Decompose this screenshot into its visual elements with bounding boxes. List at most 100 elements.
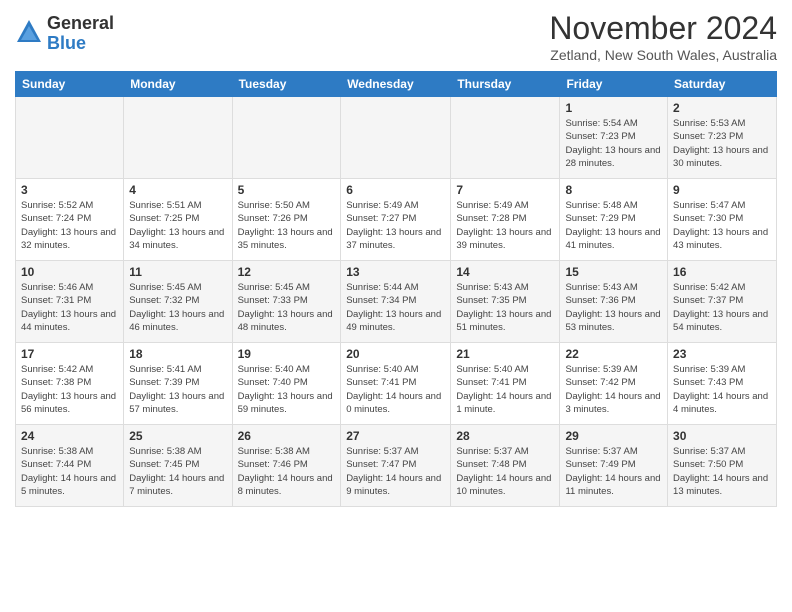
day-number: 26: [238, 429, 336, 443]
day-info: Sunrise: 5:41 AM Sunset: 7:39 PM Dayligh…: [129, 363, 226, 416]
calendar-week-3: 10 Sunrise: 5:46 AM Sunset: 7:31 PM Dayli…: [16, 261, 777, 343]
calendar-cell: 18 Sunrise: 5:41 AM Sunset: 7:39 PM Dayli…: [124, 343, 232, 425]
calendar-body: 1 Sunrise: 5:54 AM Sunset: 7:23 PM Daylig…: [16, 97, 777, 507]
calendar-cell: [16, 97, 124, 179]
weekday-header-sunday: Sunday: [16, 72, 124, 97]
calendar-cell: 20Sunrise: 5:40 AM Sunset: 7:41 PM Dayli…: [341, 343, 451, 425]
calendar-cell: [341, 97, 451, 179]
calendar-cell: 21 Sunrise: 5:40 AM Sunset: 7:41 PM Dayli…: [451, 343, 560, 425]
calendar-week-5: 24 Sunrise: 5:38 AM Sunset: 7:44 PM Dayli…: [16, 425, 777, 507]
calendar-cell: 12 Sunrise: 5:45 AM Sunset: 7:33 PM Dayli…: [232, 261, 341, 343]
calendar-cell: 1 Sunrise: 5:54 AM Sunset: 7:23 PM Daylig…: [560, 97, 668, 179]
day-number: 3: [21, 183, 118, 197]
page: General Blue November 2024 Zetland, New …: [0, 0, 792, 612]
day-number: 2: [673, 101, 771, 115]
day-info: Sunrise: 5:54 AM Sunset: 7:23 PM Dayligh…: [565, 117, 662, 170]
calendar-cell: [232, 97, 341, 179]
day-info: Sunrise: 5:38 AM Sunset: 7:45 PM Dayligh…: [129, 445, 226, 498]
day-number: 18: [129, 347, 226, 361]
day-info: Sunrise: 5:49 AM Sunset: 7:28 PM Dayligh…: [456, 199, 554, 252]
calendar-cell: 4 Sunrise: 5:51 AM Sunset: 7:25 PM Daylig…: [124, 179, 232, 261]
day-number: 30: [673, 429, 771, 443]
day-number: 16: [673, 265, 771, 279]
calendar-cell: 26 Sunrise: 5:38 AM Sunset: 7:46 PM Dayli…: [232, 425, 341, 507]
day-info: Sunrise: 5:39 AM Sunset: 7:43 PM Dayligh…: [673, 363, 771, 416]
day-info: Sunrise: 5:47 AM Sunset: 7:30 PM Dayligh…: [673, 199, 771, 252]
day-info: Sunrise: 5:38 AM Sunset: 7:44 PM Dayligh…: [21, 445, 118, 498]
weekday-header-wednesday: Wednesday: [341, 72, 451, 97]
day-info: Sunrise: 5:45 AM Sunset: 7:32 PM Dayligh…: [129, 281, 226, 334]
logo-blue: Blue: [47, 34, 114, 54]
day-number: 21: [456, 347, 554, 361]
day-info: Sunrise: 5:43 AM Sunset: 7:35 PM Dayligh…: [456, 281, 554, 334]
calendar-header: SundayMondayTuesdayWednesdayThursdayFrid…: [16, 72, 777, 97]
day-number: 8: [565, 183, 662, 197]
day-number: 14: [456, 265, 554, 279]
calendar-cell: 29 Sunrise: 5:37 AM Sunset: 7:49 PM Dayli…: [560, 425, 668, 507]
calendar-week-2: 3Sunrise: 5:52 AM Sunset: 7:24 PM Daylig…: [16, 179, 777, 261]
subtitle: Zetland, New South Wales, Australia: [549, 47, 777, 63]
day-info: Sunrise: 5:51 AM Sunset: 7:25 PM Dayligh…: [129, 199, 226, 252]
calendar-cell: 24 Sunrise: 5:38 AM Sunset: 7:44 PM Dayli…: [16, 425, 124, 507]
calendar-cell: 7 Sunrise: 5:49 AM Sunset: 7:28 PM Daylig…: [451, 179, 560, 261]
day-number: 4: [129, 183, 226, 197]
day-info: Sunrise: 5:44 AM Sunset: 7:34 PM Dayligh…: [346, 281, 445, 334]
month-title: November 2024: [549, 10, 777, 47]
day-number: 7: [456, 183, 554, 197]
day-number: 11: [129, 265, 226, 279]
calendar-cell: 14 Sunrise: 5:43 AM Sunset: 7:35 PM Dayli…: [451, 261, 560, 343]
calendar-cell: 28Sunrise: 5:37 AM Sunset: 7:48 PM Dayli…: [451, 425, 560, 507]
calendar-cell: 27Sunrise: 5:37 AM Sunset: 7:47 PM Dayli…: [341, 425, 451, 507]
logo: General Blue: [15, 14, 114, 54]
day-number: 9: [673, 183, 771, 197]
day-info: Sunrise: 5:38 AM Sunset: 7:46 PM Dayligh…: [238, 445, 336, 498]
calendar-cell: [124, 97, 232, 179]
day-number: 29: [565, 429, 662, 443]
day-number: 5: [238, 183, 336, 197]
day-number: 19: [238, 347, 336, 361]
day-info: Sunrise: 5:49 AM Sunset: 7:27 PM Dayligh…: [346, 199, 445, 252]
calendar-cell: 8Sunrise: 5:48 AM Sunset: 7:29 PM Daylig…: [560, 179, 668, 261]
day-number: 1: [565, 101, 662, 115]
day-info: Sunrise: 5:37 AM Sunset: 7:49 PM Dayligh…: [565, 445, 662, 498]
day-number: 24: [21, 429, 118, 443]
day-number: 23: [673, 347, 771, 361]
day-number: 13: [346, 265, 445, 279]
day-info: Sunrise: 5:53 AM Sunset: 7:23 PM Dayligh…: [673, 117, 771, 170]
calendar-cell: 13 Sunrise: 5:44 AM Sunset: 7:34 PM Dayli…: [341, 261, 451, 343]
calendar-cell: 9 Sunrise: 5:47 AM Sunset: 7:30 PM Daylig…: [668, 179, 777, 261]
day-info: Sunrise: 5:39 AM Sunset: 7:42 PM Dayligh…: [565, 363, 662, 416]
day-info: Sunrise: 5:40 AM Sunset: 7:40 PM Dayligh…: [238, 363, 336, 416]
day-number: 22: [565, 347, 662, 361]
day-info: Sunrise: 5:42 AM Sunset: 7:37 PM Dayligh…: [673, 281, 771, 334]
calendar-cell: 23 Sunrise: 5:39 AM Sunset: 7:43 PM Dayli…: [668, 343, 777, 425]
header: General Blue November 2024 Zetland, New …: [15, 10, 777, 63]
day-number: 25: [129, 429, 226, 443]
day-info: Sunrise: 5:43 AM Sunset: 7:36 PM Dayligh…: [565, 281, 662, 334]
calendar-cell: 6 Sunrise: 5:49 AM Sunset: 7:27 PM Daylig…: [341, 179, 451, 261]
day-info: Sunrise: 5:45 AM Sunset: 7:33 PM Dayligh…: [238, 281, 336, 334]
calendar-cell: 2 Sunrise: 5:53 AM Sunset: 7:23 PM Daylig…: [668, 97, 777, 179]
weekday-header-friday: Friday: [560, 72, 668, 97]
calendar-cell: 11 Sunrise: 5:45 AM Sunset: 7:32 PM Dayli…: [124, 261, 232, 343]
day-number: 28: [456, 429, 554, 443]
calendar-cell: 15Sunrise: 5:43 AM Sunset: 7:36 PM Dayli…: [560, 261, 668, 343]
logo-general: General: [47, 14, 114, 34]
calendar-cell: 17Sunrise: 5:42 AM Sunset: 7:38 PM Dayli…: [16, 343, 124, 425]
calendar-cell: 19 Sunrise: 5:40 AM Sunset: 7:40 PM Dayli…: [232, 343, 341, 425]
weekday-header-saturday: Saturday: [668, 72, 777, 97]
calendar-cell: 5 Sunrise: 5:50 AM Sunset: 7:26 PM Daylig…: [232, 179, 341, 261]
title-block: November 2024 Zetland, New South Wales, …: [549, 10, 777, 63]
day-number: 6: [346, 183, 445, 197]
calendar-cell: 3Sunrise: 5:52 AM Sunset: 7:24 PM Daylig…: [16, 179, 124, 261]
calendar-cell: 30 Sunrise: 5:37 AM Sunset: 7:50 PM Dayli…: [668, 425, 777, 507]
day-info: Sunrise: 5:37 AM Sunset: 7:50 PM Dayligh…: [673, 445, 771, 498]
day-info: Sunrise: 5:40 AM Sunset: 7:41 PM Dayligh…: [346, 363, 445, 416]
day-info: Sunrise: 5:40 AM Sunset: 7:41 PM Dayligh…: [456, 363, 554, 416]
day-info: Sunrise: 5:37 AM Sunset: 7:47 PM Dayligh…: [346, 445, 445, 498]
day-info: Sunrise: 5:46 AM Sunset: 7:31 PM Dayligh…: [21, 281, 118, 334]
day-info: Sunrise: 5:50 AM Sunset: 7:26 PM Dayligh…: [238, 199, 336, 252]
day-number: 10: [21, 265, 118, 279]
logo-icon: [15, 18, 43, 46]
day-number: 12: [238, 265, 336, 279]
